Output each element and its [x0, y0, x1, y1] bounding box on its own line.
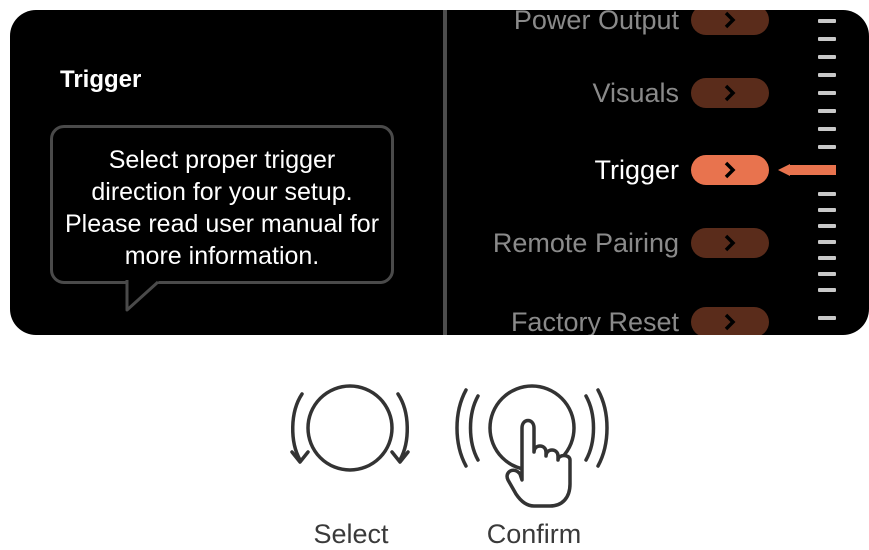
scroll-tick: [818, 19, 836, 23]
menu-item-factory-reset[interactable]: Factory Reset: [511, 302, 769, 335]
tooltip-text: Select proper trigger direction for your…: [64, 146, 380, 270]
tooltip-tail-icon: [125, 280, 160, 312]
knob-rotate-icon: [290, 384, 410, 472]
scroll-tick: [818, 109, 836, 113]
chevron-right-icon: [691, 155, 769, 185]
chevron-right-icon: [691, 228, 769, 258]
scroll-tick: [818, 208, 836, 212]
menu-item-visuals[interactable]: Visuals: [592, 73, 769, 113]
scroll-tick: [818, 37, 836, 41]
panel-title: Trigger: [60, 66, 142, 93]
scroll-tick: [818, 55, 836, 59]
menu-item-label: Remote Pairing: [492, 227, 679, 258]
menu-item-power-output[interactable]: Power Output: [514, 10, 769, 40]
panel-divider: [443, 10, 447, 335]
menu-item-trigger[interactable]: Trigger: [594, 150, 769, 190]
scroll-tick: [818, 145, 836, 149]
knob-press-icon: [455, 384, 609, 508]
menu-item-label: Visuals: [592, 77, 679, 108]
scroll-tick: [818, 272, 836, 276]
device-screen: Trigger Select proper trigger direction …: [10, 10, 869, 335]
scroll-tick: [818, 73, 836, 77]
select-caption: Select: [313, 519, 389, 549]
chevron-right-icon: [691, 10, 769, 35]
scroll-position-pointer-icon: [778, 164, 836, 176]
scroll-tick: [818, 240, 836, 244]
scroll-tick: [818, 224, 836, 228]
menu-item-label: Power Output: [513, 10, 679, 35]
scroll-tick: [818, 192, 836, 196]
menu-item-label: Trigger: [594, 154, 679, 185]
menu-item-remote-pairing[interactable]: Remote Pairing: [493, 223, 769, 263]
confirm-caption: Confirm: [486, 519, 582, 549]
scroll-tick: [818, 256, 836, 260]
scroll-tick: [818, 127, 836, 131]
info-tooltip: Select proper trigger direction for your…: [50, 125, 394, 284]
scroll-tick: [818, 91, 836, 95]
scroll-tick: [818, 288, 836, 292]
chevron-right-icon: [691, 78, 769, 108]
menu-item-label: Factory Reset: [510, 306, 679, 336]
scroll-tick: [818, 316, 836, 320]
chevron-right-icon: [691, 307, 769, 335]
